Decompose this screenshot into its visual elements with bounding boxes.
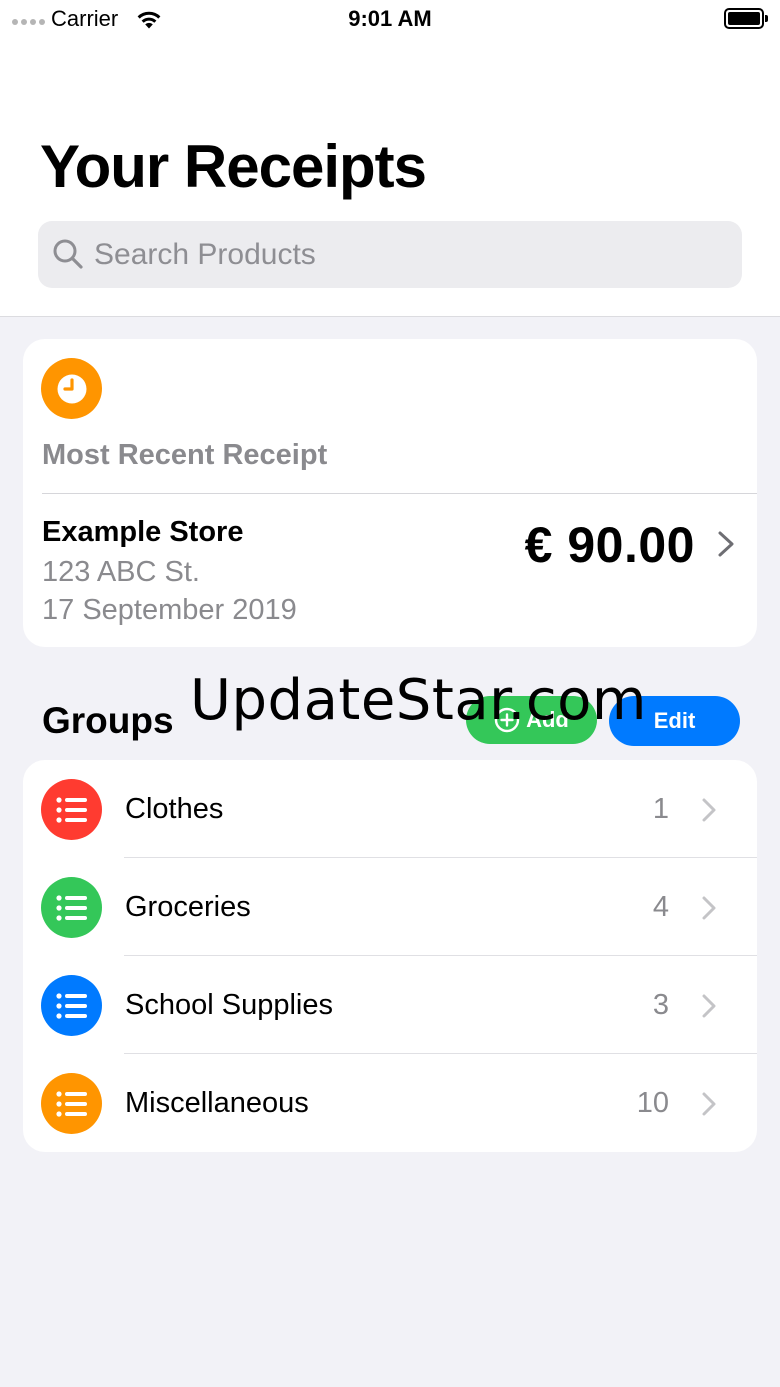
list-icon bbox=[41, 779, 102, 840]
add-group-button[interactable]: Add bbox=[466, 696, 597, 744]
group-name: Miscellaneous bbox=[125, 1087, 309, 1119]
plus-circle-icon bbox=[494, 707, 520, 733]
list-icon bbox=[41, 1073, 102, 1134]
recent-receipt-card: Most Recent Receipt Example Store 123 AB… bbox=[23, 339, 757, 647]
status-bar: Carrier 9:01 AM bbox=[0, 0, 780, 40]
group-count: 3 bbox=[652, 989, 669, 1021]
chevron-right-icon bbox=[702, 994, 716, 1018]
recent-receipt-label: Most Recent Receipt bbox=[42, 439, 328, 471]
group-count: 1 bbox=[652, 793, 669, 825]
chevron-right-icon bbox=[702, 896, 716, 920]
chevron-right-icon bbox=[702, 1092, 716, 1116]
add-button-label: Add bbox=[526, 707, 569, 732]
store-address: 123 ABC St. bbox=[42, 556, 200, 588]
store-name: Example Store bbox=[42, 516, 244, 548]
edit-groups-button[interactable]: Edit bbox=[609, 696, 740, 746]
status-time: 9:01 AM bbox=[348, 6, 432, 31]
search-bar[interactable] bbox=[38, 221, 742, 288]
search-input[interactable] bbox=[94, 221, 734, 288]
chevron-right-icon bbox=[702, 798, 716, 822]
search-icon bbox=[53, 239, 83, 269]
list-icon bbox=[41, 877, 102, 938]
clock-icon bbox=[41, 358, 102, 419]
list-icon bbox=[41, 975, 102, 1036]
group-row-clothes[interactable]: Clothes 1 bbox=[23, 760, 757, 858]
group-name: Clothes bbox=[125, 793, 224, 825]
header-area: Carrier 9:01 AM Your Receipts bbox=[0, 0, 780, 317]
groups-list: Clothes 1 Groceries 4 School Supplies 3 … bbox=[23, 760, 757, 1152]
battery-icon bbox=[724, 8, 768, 29]
group-row-groceries[interactable]: Groceries 4 bbox=[23, 858, 757, 956]
recent-receipt-row[interactable]: Example Store 123 ABC St. 17 September 2… bbox=[23, 494, 757, 647]
group-count: 4 bbox=[652, 891, 669, 923]
receipt-total: € 90.00 bbox=[524, 517, 695, 573]
group-row-miscellaneous[interactable]: Miscellaneous 10 bbox=[23, 1054, 757, 1152]
chevron-right-icon bbox=[718, 531, 734, 557]
receipt-date: 17 September 2019 bbox=[42, 594, 297, 626]
group-name: School Supplies bbox=[125, 989, 333, 1021]
group-count: 10 bbox=[636, 1087, 669, 1119]
group-name: Groceries bbox=[125, 891, 251, 923]
group-row-school-supplies[interactable]: School Supplies 3 bbox=[23, 956, 757, 1054]
groups-heading: Groups bbox=[42, 700, 174, 741]
page-title: Your Receipts bbox=[40, 133, 427, 200]
